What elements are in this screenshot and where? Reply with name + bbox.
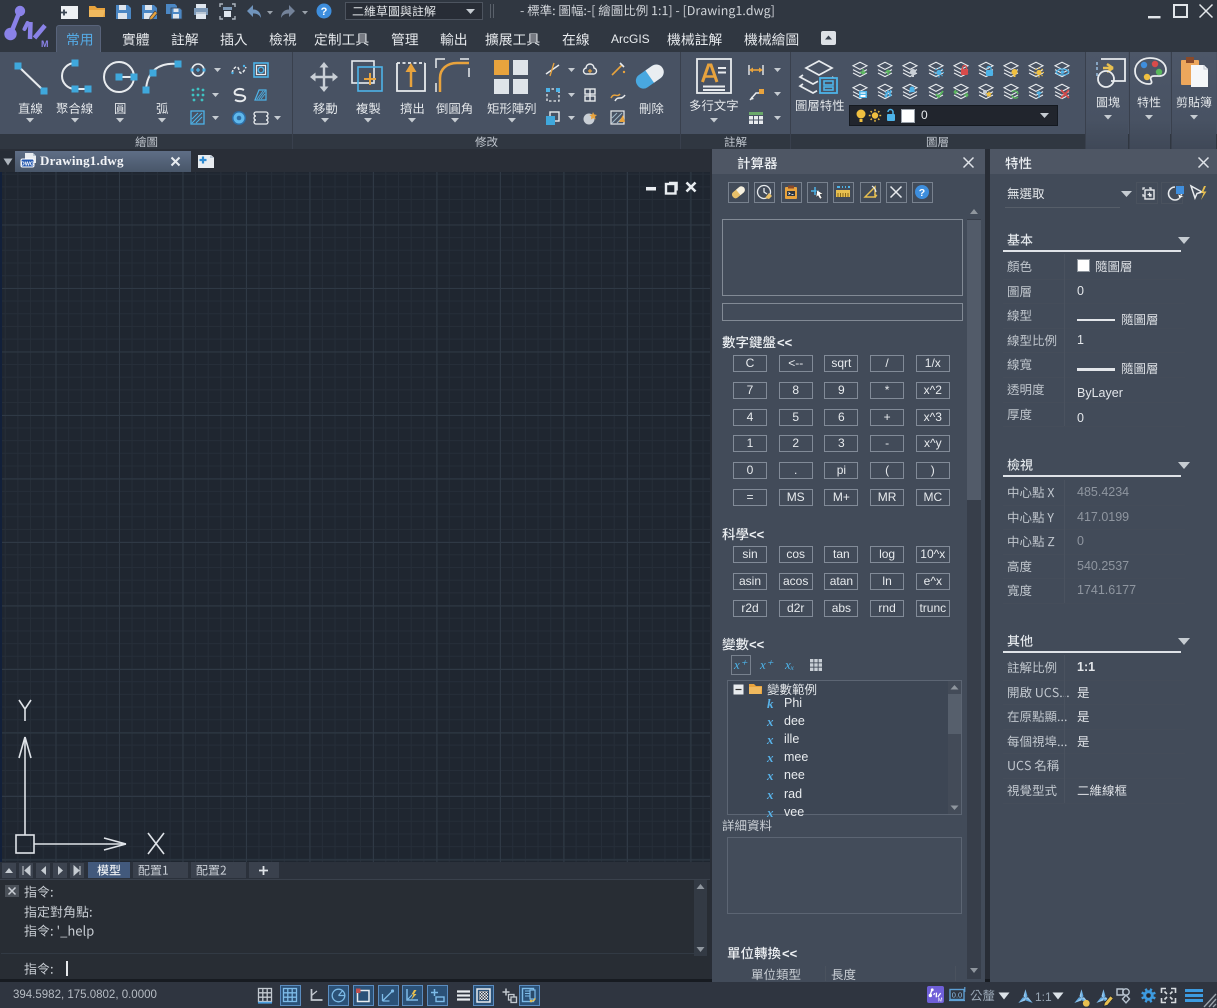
svg-text:DWG: DWG	[21, 162, 34, 168]
svg-text:M: M	[41, 39, 49, 49]
svg-text:?: ?	[919, 187, 925, 199]
svg-text:0.0: 0.0	[952, 991, 962, 1000]
svg-text:?: ?	[321, 6, 328, 18]
svg-text:M: M	[938, 998, 943, 1002]
